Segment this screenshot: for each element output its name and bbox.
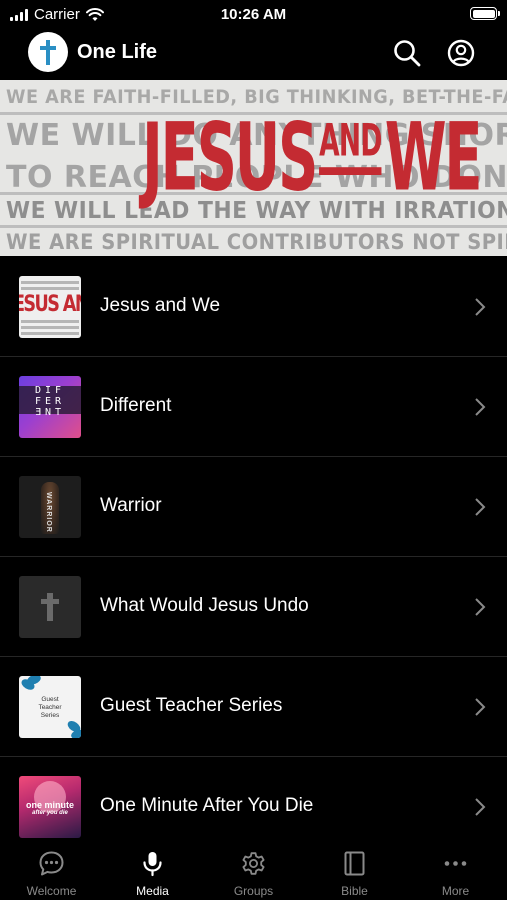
featured-banner[interactable]: WE ARE FAITH-FILLED, BIG THINKING, BET-T… [0,80,507,256]
series-thumbnail: one minute after you die [19,776,81,838]
series-title: Warrior [100,495,162,516]
search-icon [394,40,421,67]
tab-label: Groups [233,884,274,898]
tab-bar: Welcome Media Groups Bible More [0,838,507,900]
tab-more[interactable]: More [405,838,506,900]
tab-label: Bible [341,884,368,898]
chevron-right-icon [475,298,486,316]
series-title: What Would Jesus Undo [100,595,309,616]
profile-icon [447,39,475,67]
app-title: One Life [77,41,158,63]
chevron-right-icon [475,498,486,516]
thumbnail-text: after you die [32,810,68,816]
tab-media[interactable]: Media [102,838,203,900]
series-thumbnail: Guest Teacher Series [19,676,81,738]
thumbnail-text: one minute [25,800,74,810]
banner-stripe [0,225,507,228]
series-title: Jesus and We [100,295,221,316]
tab-bible[interactable]: Bible [304,838,405,900]
chat-bubble-icon [39,851,64,876]
app-logo[interactable] [28,32,68,72]
series-thumbnail: DIF FER ƎNT [19,376,81,438]
list-item-different[interactable]: DIF FER ƎNT Different [0,357,507,457]
cross-logo-icon [40,40,56,65]
book-icon [344,851,365,876]
battery-icon [470,7,500,20]
gear-icon [242,852,265,875]
profile-button[interactable] [446,38,476,68]
series-title: Different [100,395,172,416]
tab-label: Welcome [26,884,77,898]
thumbnail-text: Guest Teacher Series [38,696,62,719]
chevron-right-icon [475,598,486,616]
app-header: One Life [0,30,507,78]
media-series-list: ESUS AN Jesus and We DIF FER ƎNT Differe… [0,257,507,857]
thumbnail-text: FER [34,396,66,407]
series-title: Guest Teacher Series [100,695,283,716]
list-item-what-would-jesus-undo[interactable]: What Would Jesus Undo [0,557,507,657]
tab-welcome[interactable]: Welcome [1,838,102,900]
list-item-jesus-and-we[interactable]: ESUS AN Jesus and We [0,257,507,357]
banner-title-and: AND [319,115,382,175]
banner-title-jesus: JESUS [142,102,318,212]
thumbnail-title: ESUS AN [19,292,81,317]
thumbnail-text: DIF [34,385,66,396]
tab-label: More [441,884,470,898]
series-thumbnail [19,576,81,638]
chevron-right-icon [475,398,486,416]
banner-title: JESUSANDWE [142,110,483,204]
status-time: 10:26 AM [220,6,287,23]
tab-label: Media [136,884,169,898]
list-item-warrior[interactable]: WARRIOR Warrior [0,457,507,557]
series-title: One Minute After You Die [100,795,314,816]
more-dots-icon [444,861,467,866]
thumbnail-text: WARRIOR [45,492,52,533]
list-item-guest-teacher-series[interactable]: Guest Teacher Series Guest Teacher Serie… [0,657,507,757]
series-thumbnail: ESUS AN [19,276,81,338]
search-button[interactable] [392,38,422,68]
status-bar: Carrier 10:26 AM [0,0,507,30]
microphone-icon [143,852,162,877]
chevron-right-icon [475,698,486,716]
thumbnail-text: ƎNT [34,407,66,418]
series-thumbnail: WARRIOR [19,476,81,538]
cross-placeholder-icon [41,593,59,621]
banner-text-line: WE ARE SPIRITUAL CONTRIBUTORS NOT SPIRIT… [6,230,507,254]
tab-groups[interactable]: Groups [203,838,304,900]
banner-title-we: WE [384,102,483,212]
chevron-right-icon [475,798,486,816]
